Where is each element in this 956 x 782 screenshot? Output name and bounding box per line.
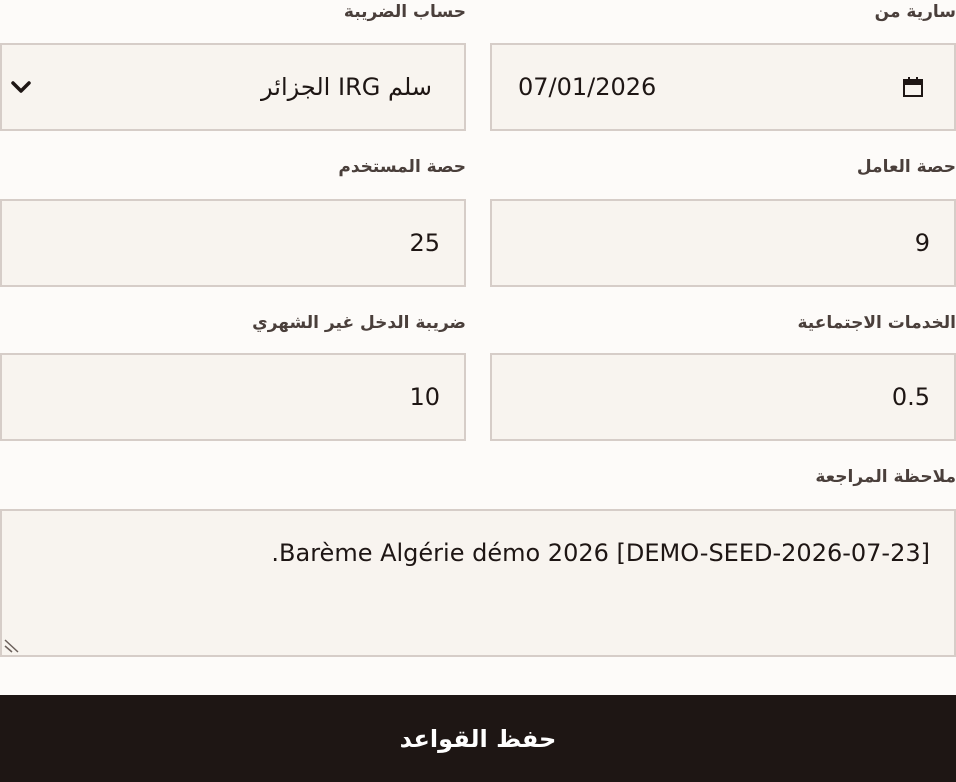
tax-calculation-select[interactable]: سلم IRG الجزائر <box>0 43 466 131</box>
effective-from-value: 07/01/2026 <box>518 73 657 101</box>
employer-share-label: حصة المستخدم <box>338 157 466 177</box>
tax-calculation-value: سلم IRG الجزائر <box>261 73 432 101</box>
save-rules-button[interactable]: حفظ القواعد <box>0 695 956 782</box>
social-services-value: 0.5 <box>891 383 930 411</box>
tax-rules-form: سارية من حساب الضريبة 07/01/2026 سلم IRG… <box>0 0 956 782</box>
review-note-textarea[interactable]: Barème Algérie démo 2026 [DEMO-SEED-2026… <box>0 509 956 657</box>
employer-share-input[interactable]: 25 <box>0 199 466 287</box>
social-services-input[interactable]: 0.5 <box>490 353 956 441</box>
review-note-value: Barème Algérie démo 2026 [DEMO-SEED-2026… <box>271 539 930 567</box>
effective-from-label: سارية من <box>874 2 956 22</box>
chevron-down-icon[interactable] <box>10 80 32 94</box>
employee-share-input[interactable]: 9 <box>490 199 956 287</box>
non-monthly-income-tax-input[interactable]: 10 <box>0 353 466 441</box>
employee-share-value: 9 <box>914 229 930 257</box>
calendar-icon[interactable] <box>902 76 924 98</box>
employer-share-value: 25 <box>409 229 440 257</box>
non-monthly-income-tax-label: ضريبة الدخل غير الشهري <box>252 313 466 333</box>
social-services-label: الخدمات الاجتماعية <box>797 313 956 333</box>
tax-calculation-label: حساب الضريبة <box>343 2 466 22</box>
resize-grip-icon[interactable] <box>4 637 20 653</box>
review-note-label: ملاحظة المراجعة <box>815 467 956 487</box>
non-monthly-income-tax-value: 10 <box>409 383 440 411</box>
employee-share-label: حصة العامل <box>856 157 956 177</box>
effective-from-date-input[interactable]: 07/01/2026 <box>490 43 956 131</box>
